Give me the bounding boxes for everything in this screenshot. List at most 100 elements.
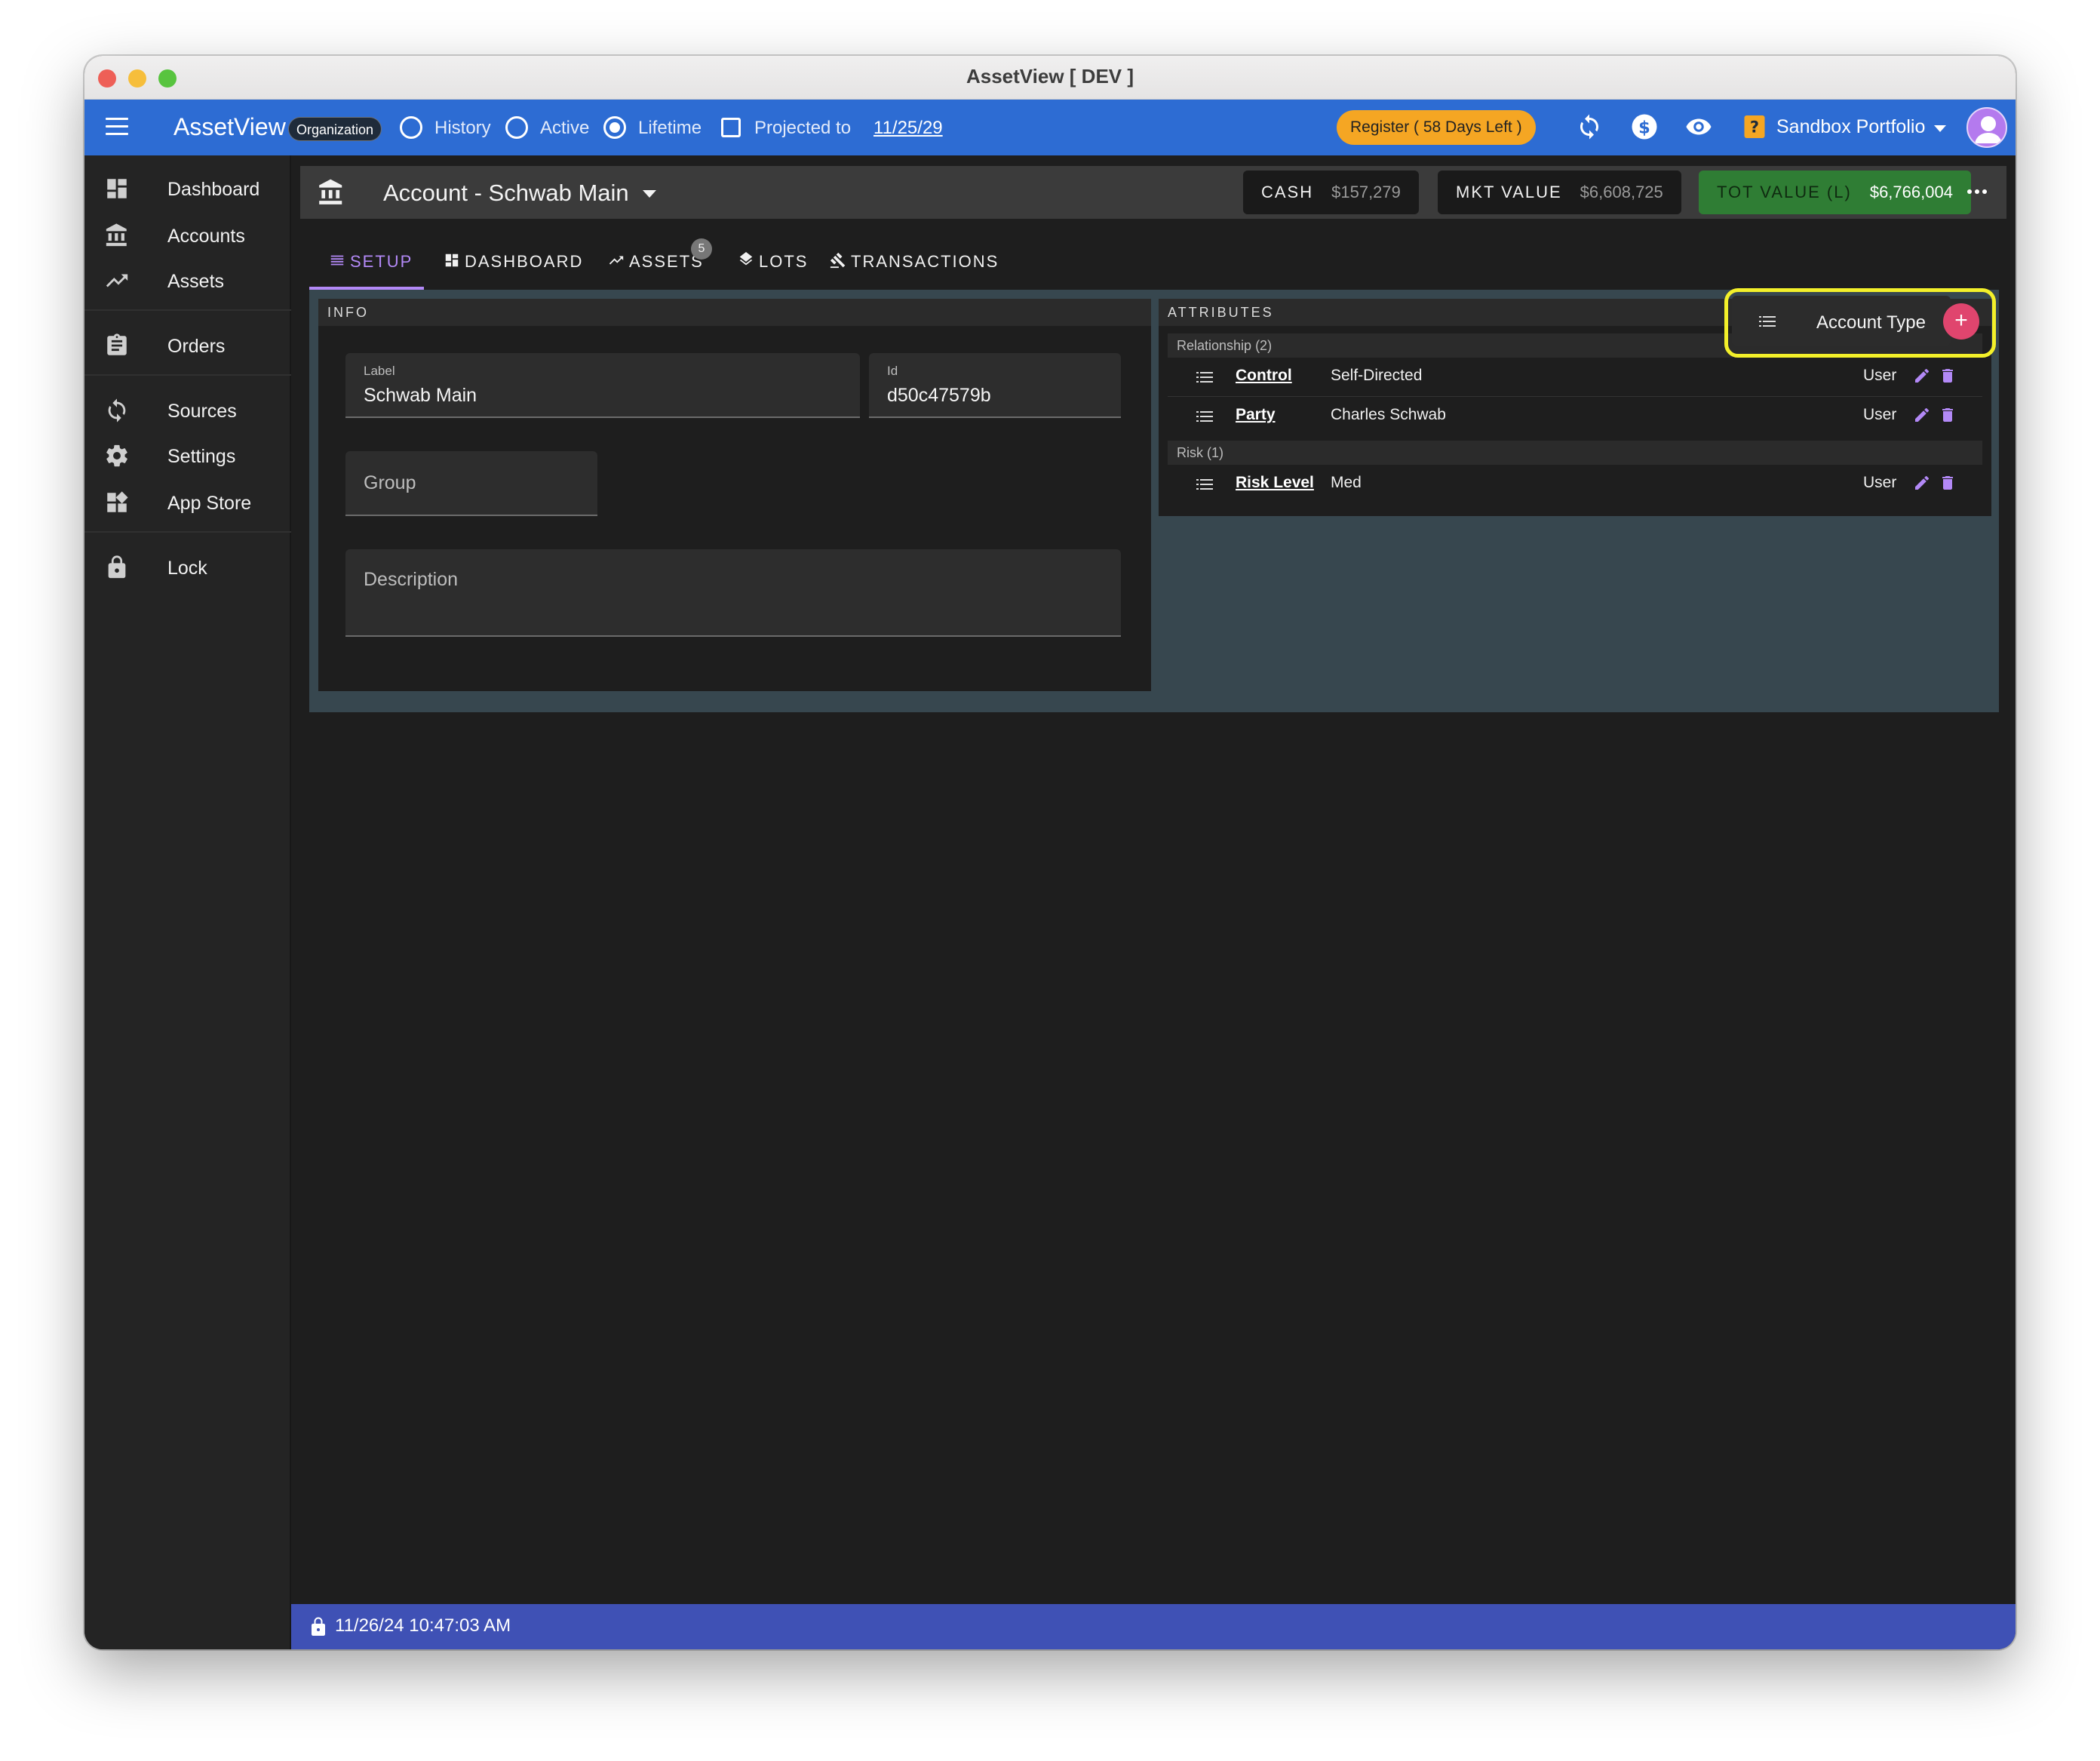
history-radio[interactable] <box>400 116 422 139</box>
sidebar-item-label: App Store <box>167 493 252 514</box>
market-value-value: $6,608,725 <box>1580 183 1663 201</box>
label-field-label: Label <box>364 364 395 378</box>
account-header: Account - Schwab Main CASH $157,279 MKT V… <box>300 166 2006 219</box>
attribute-name-link[interactable]: Risk Level <box>1236 474 1314 492</box>
pencil-icon[interactable] <box>1913 474 1931 492</box>
sidebar-item-label: Dashboard <box>167 179 260 200</box>
sync-icon[interactable] <box>1576 113 1603 140</box>
market-value-chip: MKT VALUE $6,608,725 <box>1438 171 1681 214</box>
sidebar-item-dashboard[interactable]: Dashboard <box>84 166 291 211</box>
attribute-source: User <box>1863 406 1897 423</box>
cash-chip: CASH $157,279 <box>1243 171 1419 214</box>
sidebar-item-settings[interactable]: Settings <box>84 433 291 478</box>
info-panel-title: INFO <box>318 299 1151 326</box>
pencil-icon[interactable] <box>1913 367 1931 385</box>
sidebar-item-sources[interactable]: Sources <box>84 388 291 433</box>
sidebar-item-label: Assets <box>167 271 225 292</box>
list-icon <box>1196 411 1213 422</box>
id-field-value: d50c47579b <box>887 385 991 406</box>
attribute-source: User <box>1863 367 1897 384</box>
info-panel: INFO Label Schwab Main Id d50c47579b Gro… <box>318 299 1151 691</box>
attribute-row-risk-level: Risk Level Med User <box>1168 465 1982 504</box>
attribute-value: Med <box>1331 474 1362 491</box>
list-icon <box>1196 479 1213 490</box>
apps-icon <box>107 491 128 512</box>
tab-lots[interactable]: LOTS <box>738 228 806 290</box>
more-options-icon[interactable] <box>1967 184 1997 201</box>
dollar-icon[interactable]: $ <box>1631 113 1658 140</box>
tab-assets[interactable]: ASSETS 5 <box>608 228 714 290</box>
sidebar-item-orders[interactable]: Orders <box>84 323 291 368</box>
active-radio[interactable] <box>505 116 528 139</box>
sidebar-item-label: Orders <box>167 336 226 357</box>
attribute-row-control: Control Self-Directed User <box>1168 358 1982 397</box>
group-field[interactable]: Group <box>345 451 597 516</box>
active-label[interactable]: Active <box>540 118 589 139</box>
account-title[interactable]: Account - Schwab Main <box>383 180 629 207</box>
chevron-down-icon[interactable] <box>1934 125 1946 132</box>
organization-badge[interactable]: Organization <box>288 117 382 141</box>
highlight-box <box>1724 288 1996 358</box>
assets-count-badge: 5 <box>691 238 712 260</box>
lock-icon[interactable] <box>309 1616 327 1637</box>
trash-icon[interactable] <box>1939 367 1957 385</box>
brand-name: AssetView <box>173 113 286 140</box>
title-bar: AssetView [ DEV ] <box>84 56 2016 100</box>
total-value-label: TOT VALUE (L) <box>1717 183 1852 201</box>
bank-icon <box>106 223 127 247</box>
attribute-name-link[interactable]: Party <box>1236 406 1276 424</box>
sidebar-item-app-store[interactable]: App Store <box>84 480 291 525</box>
label-field-value: Schwab Main <box>364 385 477 406</box>
projected-checkbox[interactable] <box>721 118 741 137</box>
lifetime-label[interactable]: Lifetime <box>638 118 702 139</box>
session-timestamp: 11/26/24 10:47:03 AM <box>335 1615 511 1636</box>
tab-transactions[interactable]: TRANSACTIONS <box>830 228 999 290</box>
menu-icon[interactable] <box>106 118 128 137</box>
tab-setup[interactable]: SETUP <box>329 228 422 290</box>
market-value-label: MKT VALUE <box>1456 183 1562 201</box>
register-button[interactable]: Register ( 58 Days Left ) <box>1337 110 1536 145</box>
avatar[interactable] <box>1966 107 2007 148</box>
window-title: AssetView [ DEV ] <box>966 65 1134 88</box>
attribute-value: Charles Schwab <box>1331 406 1446 423</box>
history-label[interactable]: History <box>434 118 491 139</box>
list-icon <box>330 255 344 266</box>
sidebar-item-lock[interactable]: Lock <box>84 545 291 590</box>
attribute-row-party: Party Charles Schwab User <box>1168 397 1982 436</box>
trending-up-icon <box>106 274 128 287</box>
tab-label: SETUP <box>350 252 413 271</box>
lifetime-radio[interactable] <box>603 116 626 139</box>
chevron-down-icon[interactable] <box>643 190 656 198</box>
eye-icon[interactable] <box>1685 113 1712 140</box>
projected-date-link[interactable]: 11/25/29 <box>873 118 943 139</box>
portfolio-selector[interactable]: Sandbox Portfolio <box>1776 116 1925 138</box>
cash-value: $157,279 <box>1331 183 1401 201</box>
sidebar-item-label: Accounts <box>167 226 245 247</box>
gear-icon <box>106 444 127 467</box>
description-field[interactable]: Description <box>345 549 1121 637</box>
tab-dashboard[interactable]: DASHBOARD <box>444 228 582 290</box>
trash-icon[interactable] <box>1939 406 1957 424</box>
sync-icon <box>108 398 126 423</box>
sidebar-item-assets[interactable]: Assets <box>84 258 291 303</box>
pencil-icon[interactable] <box>1913 406 1931 424</box>
clipboard-icon <box>107 333 127 355</box>
sidebar-divider <box>84 309 291 311</box>
gavel-icon <box>830 252 846 269</box>
description-placeholder: Description <box>364 569 459 590</box>
attribute-group-risk: Risk (1) <box>1168 441 1982 465</box>
sidebar-item-label: Lock <box>167 558 207 579</box>
status-bar: 11/26/24 10:47:03 AM <box>291 1604 2016 1649</box>
tab-label: TRANSACTIONS <box>851 252 999 271</box>
group-placeholder: Group <box>364 472 416 493</box>
help-icon[interactable]: ? <box>1741 113 1768 140</box>
attribute-name-link[interactable]: Control <box>1236 367 1292 385</box>
sidebar-divider <box>84 531 291 533</box>
trash-icon[interactable] <box>1939 474 1957 492</box>
id-field[interactable]: Id d50c47579b <box>869 353 1121 418</box>
label-field[interactable]: Label Schwab Main <box>345 353 860 418</box>
total-value-value: $6,766,004 <box>1869 183 1953 201</box>
sidebar-item-accounts[interactable]: Accounts <box>84 213 291 258</box>
projected-label[interactable]: Projected to <box>754 118 851 139</box>
sidebar: Dashboard Accounts Assets Orders Sources… <box>84 155 291 1649</box>
